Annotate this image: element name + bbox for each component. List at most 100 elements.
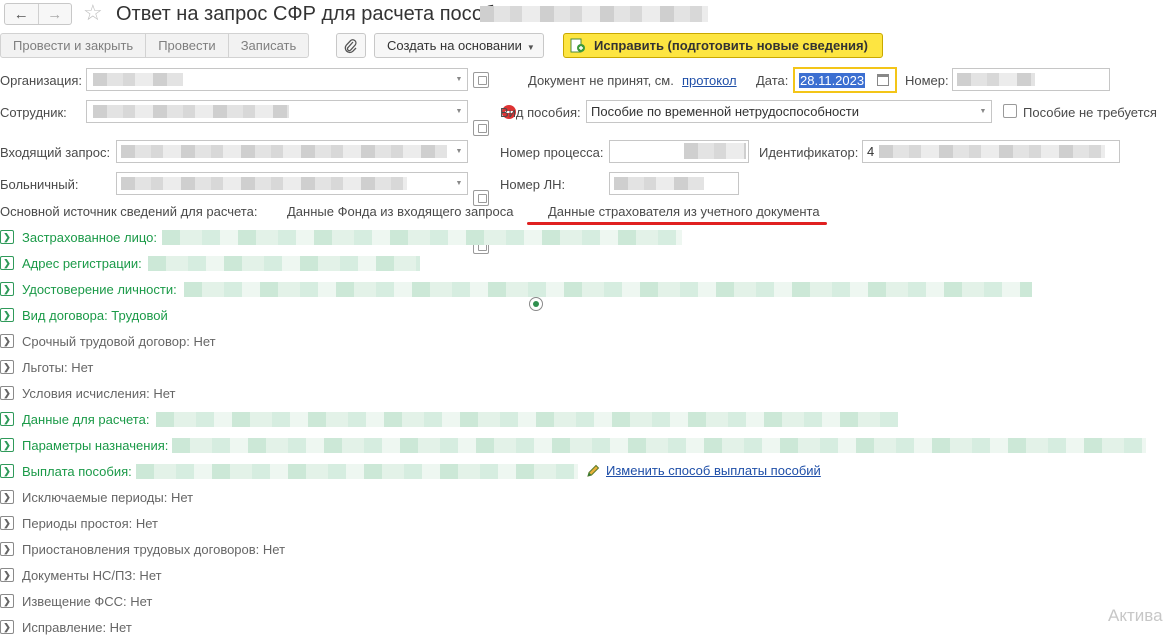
protocol-link[interactable]: протокол (682, 73, 737, 89)
chevron-right-icon: ❯ (0, 360, 14, 374)
group-label: Данные для расчета: (22, 411, 150, 427)
group-label: Застрахованное лицо: (22, 229, 157, 245)
process-number-label: Номер процесса: (500, 145, 604, 160)
chevron-down-icon[interactable]: ▼ (451, 101, 467, 122)
save-button[interactable]: Записать (227, 34, 309, 57)
benefit-not-required-checkbox[interactable] (1003, 104, 1017, 118)
group-fss-notice[interactable]: ❯ Извещение ФСС: Нет (0, 592, 152, 610)
group-label: Извещение ФСС: Нет (22, 593, 153, 609)
group-ns-pz-documents[interactable]: ❯ Документы НС/ПЗ: Нет (0, 566, 162, 584)
chevron-down-icon[interactable]: ▼ (975, 101, 991, 122)
chevron-down-icon[interactable]: ▼ (451, 173, 467, 194)
favorite-star-icon[interactable]: ☆ (83, 0, 103, 26)
source-insurer-label: Данные страхователя из учетного документ… (548, 204, 820, 219)
window-title: Ответ на запрос СФР для расчета пособия (116, 3, 517, 25)
redacted-value (156, 412, 898, 427)
chevron-right-icon: ❯ (0, 464, 14, 478)
forward-arrow-icon[interactable]: → (37, 4, 72, 24)
chevron-right-icon: ❯ (0, 516, 14, 530)
identifier-field[interactable]: 4 (862, 140, 1120, 163)
group-calc-conditions[interactable]: ❯ Условия исчисления: Нет (0, 384, 175, 402)
chevron-right-icon: ❯ (0, 620, 14, 634)
redacted-value (136, 464, 578, 479)
group-label: Срочный трудовой договор: Нет (22, 333, 216, 349)
chevron-right-icon: ❯ (0, 308, 14, 322)
number-label: Номер: (905, 73, 949, 88)
sick-leave-field[interactable]: ▼ (116, 172, 468, 195)
employee-label: Сотрудник: (0, 105, 67, 120)
chevron-down-icon: ▼ (526, 43, 535, 52)
paperclip-icon (344, 38, 357, 53)
group-label: Адрес регистрации: (22, 255, 142, 271)
group-label: Документы НС/ПЗ: Нет (22, 567, 162, 583)
group-contract-type[interactable]: ❯ Вид договора: Трудовой (0, 306, 168, 324)
chevron-right-icon: ❯ (0, 490, 14, 504)
group-calc-data[interactable]: ❯ Данные для расчета: (0, 410, 149, 428)
post-and-close-button[interactable]: Провести и закрыть (1, 34, 145, 57)
post-button[interactable]: Провести (145, 34, 228, 57)
group-insured-person[interactable]: ❯ Застрахованное лицо: (0, 228, 157, 246)
redacted-value (684, 143, 746, 159)
group-registration-address[interactable]: ❯ Адрес регистрации: (0, 254, 142, 272)
redacted-value (172, 438, 1146, 453)
open-icon[interactable] (473, 72, 489, 88)
chevron-right-icon: ❯ (0, 568, 14, 582)
group-identity-document[interactable]: ❯ Удостоверение личности: (0, 280, 177, 298)
chevron-down-icon[interactable]: ▼ (451, 69, 467, 90)
ln-number-field[interactable] (609, 172, 739, 195)
redacted-value (93, 105, 289, 118)
source-fund-label: Данные Фонда из входящего запроса (287, 204, 514, 219)
date-input[interactable]: 28.11.2023 (793, 67, 897, 93)
back-arrow-icon[interactable]: ← (5, 4, 38, 24)
nav-buttons: ← → (4, 3, 72, 25)
chevron-right-icon: ❯ (0, 412, 14, 426)
group-downtime-periods[interactable]: ❯ Периоды простоя: Нет (0, 514, 158, 532)
redacted-value (93, 73, 183, 86)
group-benefit-payment[interactable]: ❯ Выплата пособия: (0, 462, 132, 480)
group-label: Вид договора: Трудовой (22, 307, 168, 323)
benefit-type-select[interactable]: Пособие по временной нетрудоспособности … (586, 100, 992, 123)
group-correction[interactable]: ❯ Исправление: Нет (0, 618, 132, 636)
group-contract-suspensions[interactable]: ❯ Приостановления трудовых договоров: Не… (0, 540, 285, 558)
redacted-value (162, 230, 682, 245)
group-label: Исправление: Нет (22, 619, 132, 635)
fix-button-label: Исправить (подготовить новые сведения) (594, 38, 868, 53)
fix-button[interactable]: Исправить (подготовить новые сведения) (563, 33, 883, 58)
process-number-field[interactable] (609, 140, 749, 163)
organization-field[interactable]: ▼ (86, 68, 468, 91)
chevron-right-icon: ❯ (0, 334, 14, 348)
chevron-right-icon: ❯ (0, 438, 14, 452)
open-icon[interactable] (473, 120, 489, 136)
group-label: Исключаемые периоды: Нет (22, 489, 194, 505)
group-benefits[interactable]: ❯ Льготы: Нет (0, 358, 93, 376)
change-payment-link[interactable]: Изменить способ выплаты пособий (606, 463, 821, 479)
number-field[interactable] (952, 68, 1110, 91)
group-excluded-periods[interactable]: ❯ Исключаемые периоды: Нет (0, 488, 193, 506)
chevron-right-icon: ❯ (0, 282, 14, 296)
redacted-value (184, 282, 1032, 297)
ln-number-label: Номер ЛН: (500, 177, 566, 192)
sick-leave-label: Больничный: (0, 177, 79, 192)
create-based-on-button[interactable]: Создать на основании ▼ (374, 33, 544, 58)
group-assignment-params[interactable]: ❯ Параметры назначения: (0, 436, 168, 454)
status-text: Документ не принят, см. (528, 73, 674, 88)
calendar-icon[interactable] (877, 74, 889, 86)
chevron-down-icon[interactable]: ▼ (451, 141, 467, 162)
incoming-request-field[interactable]: ▼ (116, 140, 468, 163)
change-payment-link-wrap[interactable]: Изменить способ выплаты пособий (586, 463, 821, 479)
document-fix-icon (570, 38, 585, 53)
attachment-button[interactable] (336, 33, 366, 58)
chevron-right-icon: ❯ (0, 230, 14, 244)
benefit-not-required-label: Пособие не требуется (1023, 105, 1157, 120)
red-underline-annotation (527, 222, 827, 225)
source-label: Основной источник сведений для расчета: (0, 204, 258, 219)
group-fixed-term-contract[interactable]: ❯ Срочный трудовой договор: Нет (0, 332, 216, 350)
source-insurer-radio[interactable] (529, 297, 543, 311)
pencil-icon (587, 464, 600, 477)
identifier-value: 4 (867, 144, 875, 159)
chevron-right-icon: ❯ (0, 594, 14, 608)
organization-label: Организация: (0, 73, 83, 88)
employee-field[interactable]: ▼ (86, 100, 468, 123)
group-label: Периоды простоя: Нет (22, 515, 158, 531)
date-value: 28.11.2023 (799, 73, 866, 88)
